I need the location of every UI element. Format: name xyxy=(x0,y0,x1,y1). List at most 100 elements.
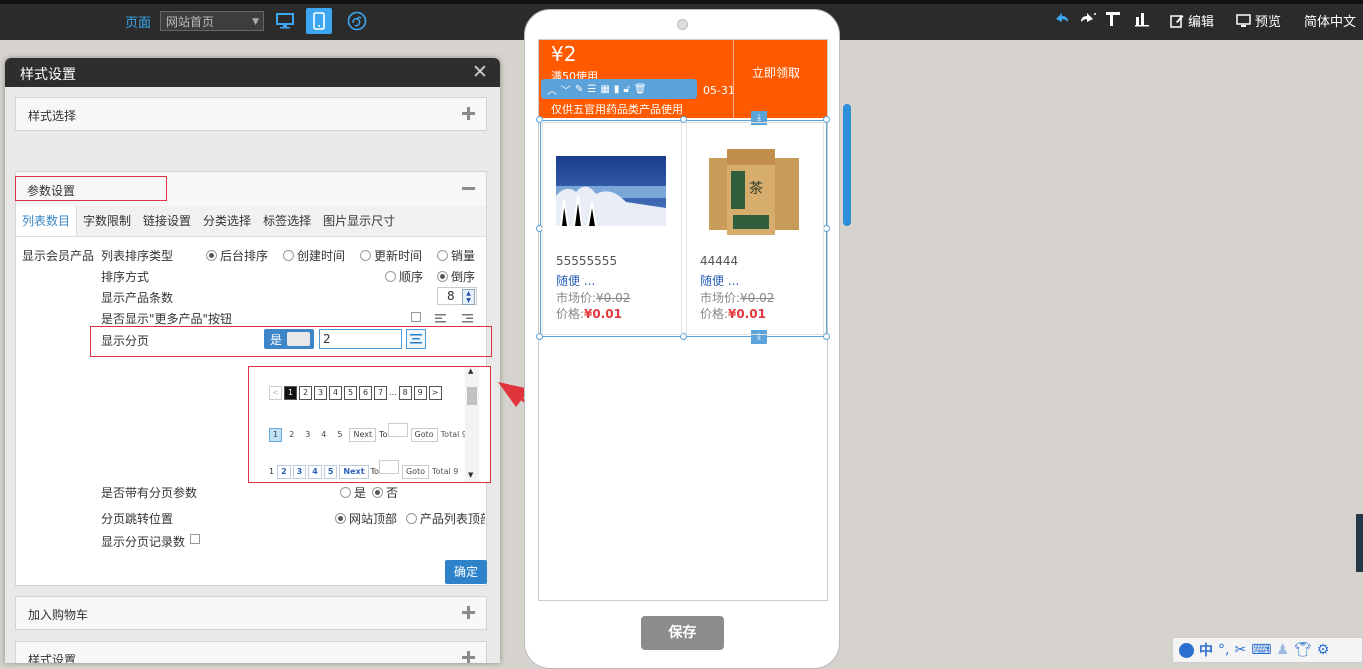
product-name: 44444 xyxy=(700,254,739,268)
layout-icon[interactable]: ▦ xyxy=(600,84,609,95)
pager-ellipsis: ... xyxy=(389,388,397,397)
pager-page: 1 xyxy=(269,428,283,442)
pager-goto: Goto xyxy=(410,428,438,442)
resize-handle[interactable] xyxy=(823,333,830,340)
close-icon[interactable]: ✕ xyxy=(472,61,488,83)
radio-order-desc[interactable]: 倒序 xyxy=(437,268,475,285)
radio-sort-sales[interactable]: 销量 xyxy=(437,247,475,264)
save-button[interactable]: 保存 xyxy=(641,616,724,650)
show-count-checkbox[interactable] xyxy=(190,534,200,544)
redo-icon[interactable] xyxy=(1079,11,1097,23)
ime-user-icon[interactable]: ♟ xyxy=(1276,642,1289,658)
tab-list-count[interactable]: 列表数目 xyxy=(16,206,78,236)
product-price: 价格:¥0.01 xyxy=(700,305,766,322)
move-up-icon[interactable]: ︿ xyxy=(547,82,557,97)
pager-scrollbar[interactable]: ▲ ▼ xyxy=(465,367,479,482)
pager-style-3[interactable]: 1 2 3 4 5 Next To Goto Total 9 xyxy=(269,460,458,479)
preview-button[interactable]: 预览 xyxy=(1236,11,1281,30)
edit-icon[interactable]: ✎ xyxy=(575,84,583,95)
section-add-cart[interactable]: 加入购物车 xyxy=(15,596,487,630)
scroll-down-icon[interactable]: ▼ xyxy=(468,471,473,479)
undo-icon[interactable] xyxy=(1054,11,1070,23)
move-down-icon[interactable]: ﹀ xyxy=(561,82,571,97)
edit-label: 编辑 xyxy=(1188,15,1215,30)
section-title: 加入购物车 xyxy=(28,608,89,622)
radio-jump-list[interactable]: 产品列表顶部 xyxy=(405,512,485,526)
resize-handle[interactable] xyxy=(823,225,830,232)
trash-icon[interactable]: 🗑︎ xyxy=(634,84,647,95)
radio-jump-top[interactable]: 网站顶部 xyxy=(335,512,397,526)
radio-label: 产品列表顶部 xyxy=(419,512,485,526)
scroll-thumb[interactable] xyxy=(467,387,477,405)
product-tag[interactable]: 随便 ... xyxy=(700,272,739,289)
params-header[interactable]: 参数设置 xyxy=(15,172,486,207)
page-params-label: 是否带有分页参数 xyxy=(101,486,198,500)
scroll-up-icon[interactable]: ▲ xyxy=(468,367,473,375)
coupon-desc: 仅供五官用药品类产品使用 xyxy=(551,103,683,116)
pager-page: 9 xyxy=(413,386,427,400)
bar-chart-icon[interactable] xyxy=(1135,11,1149,27)
product-card[interactable]: 55555555 随便 ... 市场价:¥0.02 价格:¥0.01 xyxy=(542,122,682,335)
section-style-select[interactable]: 样式选择 xyxy=(15,97,487,131)
radio-sort-updated[interactable]: 更新时间 xyxy=(360,247,422,264)
svg-text:茶: 茶 xyxy=(749,181,763,197)
more-button-checkbox[interactable] xyxy=(411,312,421,322)
product-market-price: 市场价:¥0.02 xyxy=(556,289,630,306)
confirm-button[interactable]: 确定 xyxy=(445,560,487,584)
ime-settings-icon[interactable]: ⚙ xyxy=(1317,642,1330,658)
language-switch[interactable]: 简体中文 xyxy=(1304,11,1356,30)
radio-params-no[interactable]: 否 xyxy=(372,484,398,501)
section-style-settings[interactable]: 样式设置 xyxy=(15,641,487,663)
module-toolbar: ︿ ﹀ ✎ ☰ ▦ ▮ 🔓︎ 🗑︎ xyxy=(541,79,697,99)
radio-order-asc[interactable]: 顺序 xyxy=(385,268,423,285)
radio-sort-created[interactable]: 创建时间 xyxy=(283,247,345,264)
paging-style-input[interactable]: 2 xyxy=(319,329,402,349)
unlock-icon[interactable]: 🔓︎ xyxy=(623,84,629,95)
side-widget[interactable] xyxy=(1356,514,1363,572)
ime-logo-icon[interactable] xyxy=(1179,642,1194,658)
pager-page: 4 xyxy=(308,465,322,479)
canvas-scrollbar[interactable] xyxy=(843,104,851,226)
paging-toggle[interactable]: 是 xyxy=(264,329,314,349)
edit-button[interactable]: 编辑 xyxy=(1170,11,1214,30)
align-left-icon[interactable] xyxy=(435,312,446,323)
pager-style-2[interactable]: 1 2 3 4 5 Next To Goto Total 9 xyxy=(269,423,467,442)
tab-image-size[interactable]: 图片显示尺寸 xyxy=(317,206,401,236)
page-select[interactable]: 网站首页 ▼ xyxy=(160,11,264,31)
ime-scissors-icon[interactable]: ✂ xyxy=(1234,642,1246,658)
radio-icon xyxy=(360,250,371,261)
ime-keyboard-icon[interactable]: ⌨ xyxy=(1251,642,1271,658)
chart-icon[interactable]: ▮ xyxy=(614,84,620,95)
product-card[interactable]: 茶 44444 随便 ... 市场价:¥0.02 价格:¥0.01 xyxy=(686,122,824,335)
ime-skin-icon[interactable]: 👕︎ xyxy=(1294,642,1312,658)
align-right-icon[interactable] xyxy=(462,312,473,323)
pager-style-1[interactable]: <1 2 3 4 5 6 7... 8 9 > xyxy=(269,384,444,400)
ime-punct-icon[interactable]: °, xyxy=(1218,642,1229,658)
pager-page: 1 xyxy=(284,386,297,400)
radio-icon xyxy=(335,513,346,524)
paging-style-picker[interactable] xyxy=(406,329,426,349)
price-label: 价格: xyxy=(556,307,585,321)
panel-title: 样式设置 xyxy=(20,67,76,83)
tab-link-settings[interactable]: 链接设置 xyxy=(137,206,197,236)
price-value: ¥0.01 xyxy=(584,307,623,321)
tab-char-limit[interactable]: 字数限制 xyxy=(77,206,137,236)
more-button-label: 是否显示"更多产品"按钮 xyxy=(101,312,233,326)
stepper-arrows-icon[interactable]: ▲ ▼ xyxy=(462,289,475,305)
miniprogram-icon[interactable] xyxy=(344,8,370,34)
count-stepper[interactable]: 8 ▲ ▼ xyxy=(437,287,477,305)
resize-handle[interactable] xyxy=(823,116,830,123)
radio-params-yes[interactable]: 是 xyxy=(340,484,366,501)
mobile-icon[interactable] xyxy=(306,8,332,34)
desktop-icon[interactable] xyxy=(272,8,298,34)
product-tag[interactable]: 随便 ... xyxy=(556,272,595,289)
ruler-icon[interactable] xyxy=(1105,11,1121,27)
list-icon[interactable]: ☰ xyxy=(587,84,596,95)
tab-category-select[interactable]: 分类选择 xyxy=(197,206,257,236)
radio-sort-backend[interactable]: 后台排序 xyxy=(206,247,268,264)
tab-tag-select[interactable]: 标签选择 xyxy=(257,206,317,236)
ime-lang[interactable]: 中 xyxy=(1199,640,1213,660)
chevron-down-icon: ▼ xyxy=(252,17,259,27)
coupon-claim-button[interactable]: 立即领取 xyxy=(752,64,800,81)
radio-label: 是 xyxy=(354,486,367,500)
